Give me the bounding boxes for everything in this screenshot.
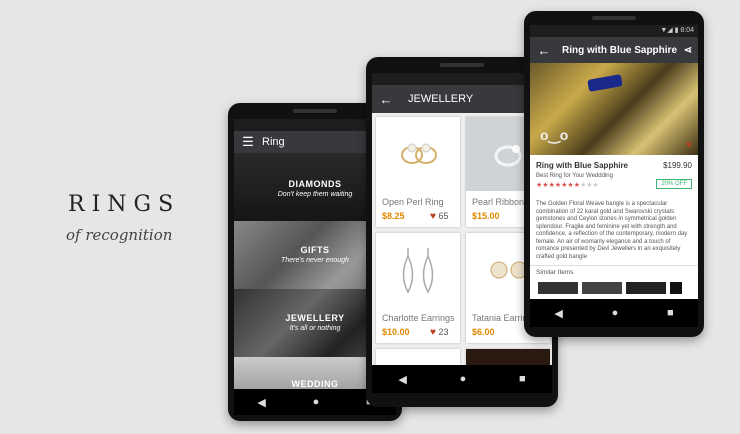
product-name: Ring with Blue Sapphire: [536, 161, 629, 170]
share-icon[interactable]: ⋖: [678, 45, 698, 56]
product-image: [376, 233, 460, 307]
product-card[interactable]: Charlotte Earrings $10.00 ♥ 23: [376, 233, 460, 343]
phone-3-navbar: ◀ ● ■: [530, 299, 698, 327]
earring-icon: [402, 248, 434, 294]
product-hero-image: o‿o ♥: [530, 63, 698, 155]
heart-icon[interactable]: ♥: [430, 211, 436, 222]
similar-item[interactable]: [626, 282, 666, 294]
similar-items-label: Similar Items: [536, 269, 574, 276]
product-description: The Golden Floral Weave bangle is a spec…: [536, 201, 688, 260]
similar-item[interactable]: [670, 282, 682, 294]
nav-recent-icon[interactable]: ■: [519, 373, 526, 385]
phone-3: ▼◢ ▮ 8:04 ← Ring with Blue Sapphire ⋖ o‿…: [524, 11, 704, 337]
product-tagline: Best Ring for Your Weddding: [536, 173, 613, 179]
heart-icon[interactable]: ♥: [430, 327, 436, 338]
appbar-title: JEWELLERY: [408, 93, 474, 105]
nav-back-icon[interactable]: ◀: [554, 307, 562, 320]
appbar-title: Ring: [262, 136, 285, 148]
product-name: Open Perl Ring: [382, 197, 444, 207]
product-price: $8.25: [382, 211, 405, 221]
rating-stars: ★★★★★★★★★★: [536, 181, 599, 189]
product-card[interactable]: [466, 349, 550, 365]
nav-back-icon[interactable]: ◀: [257, 396, 265, 409]
product-price: $15.00: [472, 211, 500, 221]
ring-icon: [494, 145, 522, 167]
ring-icon: [401, 143, 437, 164]
nav-home-icon[interactable]: ●: [313, 396, 320, 408]
star-icon: ★: [592, 182, 599, 189]
product-card[interactable]: Open Perl Ring $8.25 ♥ 65: [376, 117, 460, 227]
similar-item[interactable]: [538, 282, 578, 294]
nav-recent-icon[interactable]: ■: [667, 307, 674, 319]
brand-title: RINGS: [68, 192, 181, 217]
heart-icon[interactable]: ♥: [686, 140, 692, 151]
brand-subtitle: of recognition: [66, 226, 173, 244]
product-image: [376, 117, 460, 191]
phone-3-screen: ▼◢ ▮ 8:04 ← Ring with Blue Sapphire ⋖ o‿…: [530, 25, 698, 299]
similar-items-strip: [538, 282, 682, 294]
product-card[interactable]: [376, 349, 460, 365]
product-likes: 65: [438, 211, 449, 221]
status-time: 8:04: [680, 27, 694, 34]
product-price: $6.00: [472, 327, 495, 337]
nav-home-icon[interactable]: ●: [460, 373, 467, 385]
similar-item[interactable]: [582, 282, 622, 294]
phone-2-navbar: ◀ ● ■: [372, 365, 552, 393]
nav-home-icon[interactable]: ●: [612, 307, 619, 319]
product-price: $199.90: [663, 161, 692, 170]
discount-badge: 20% OFF: [656, 179, 692, 189]
menu-icon[interactable]: ☰: [234, 134, 262, 150]
appbar-title: Ring with Blue Sapphire: [562, 44, 678, 56]
product-likes: 23: [438, 327, 449, 337]
arrow-back-icon[interactable]: ←: [530, 43, 558, 58]
arrow-back-icon[interactable]: ←: [372, 92, 400, 107]
nav-back-icon[interactable]: ◀: [398, 373, 406, 386]
product-price: $10.00: [382, 327, 410, 337]
phone-3-appbar: ← Ring with Blue Sapphire ⋖: [530, 37, 698, 63]
product-name: Charlotte Earrings: [382, 313, 455, 323]
